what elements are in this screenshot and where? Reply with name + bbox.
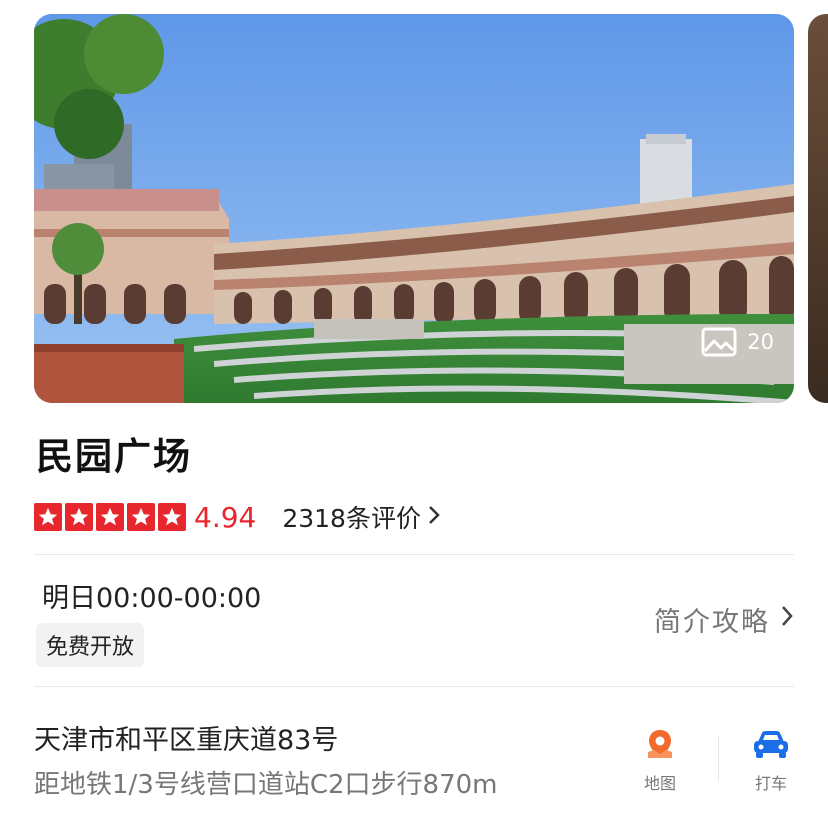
next-photo-peek[interactable]	[808, 14, 828, 403]
divider	[718, 735, 719, 781]
address-text[interactable]: 天津市和平区重庆道83号	[34, 718, 338, 757]
opening-hours: 明日00:00-00:00	[42, 583, 262, 614]
rating-row[interactable]: 4.94 2318条评价	[34, 498, 441, 536]
map-label: 地图	[644, 774, 677, 793]
taxi-label: 打车	[754, 774, 787, 793]
free-admission-badge: 免费开放	[36, 623, 145, 667]
star-icon	[65, 503, 93, 531]
photo-gallery[interactable]: 20	[0, 0, 828, 410]
image-icon	[701, 327, 737, 357]
star-icon	[96, 503, 124, 531]
star-icon	[127, 503, 155, 531]
guide-label: 简介攻略	[654, 607, 770, 638]
taxi-button[interactable]: 打车	[752, 728, 790, 794]
rating-score: 4.94	[194, 500, 257, 534]
subway-distance: 距地铁1/3号线营口道站C2口步行870m	[34, 770, 498, 800]
chevron-right-icon	[780, 604, 794, 635]
star-rating	[34, 503, 186, 531]
map-pin-icon	[644, 728, 676, 764]
star-icon	[158, 503, 186, 531]
car-icon	[752, 728, 790, 764]
place-title: 民园广场	[36, 435, 192, 478]
photo-count-label: 20	[747, 330, 774, 354]
guide-link[interactable]: 简介攻略	[654, 600, 794, 639]
reviews-link[interactable]: 2318条评价	[282, 499, 441, 535]
place-photo[interactable]: 20	[34, 14, 794, 403]
chevron-right-icon	[427, 503, 441, 532]
star-icon	[34, 503, 62, 531]
photo-count[interactable]: 20	[701, 327, 774, 357]
plaza-photo-image	[34, 14, 794, 403]
divider	[34, 554, 794, 555]
reviews-count: 2318条评价	[282, 504, 421, 533]
divider	[34, 686, 794, 687]
map-button[interactable]: 地图	[644, 728, 676, 794]
